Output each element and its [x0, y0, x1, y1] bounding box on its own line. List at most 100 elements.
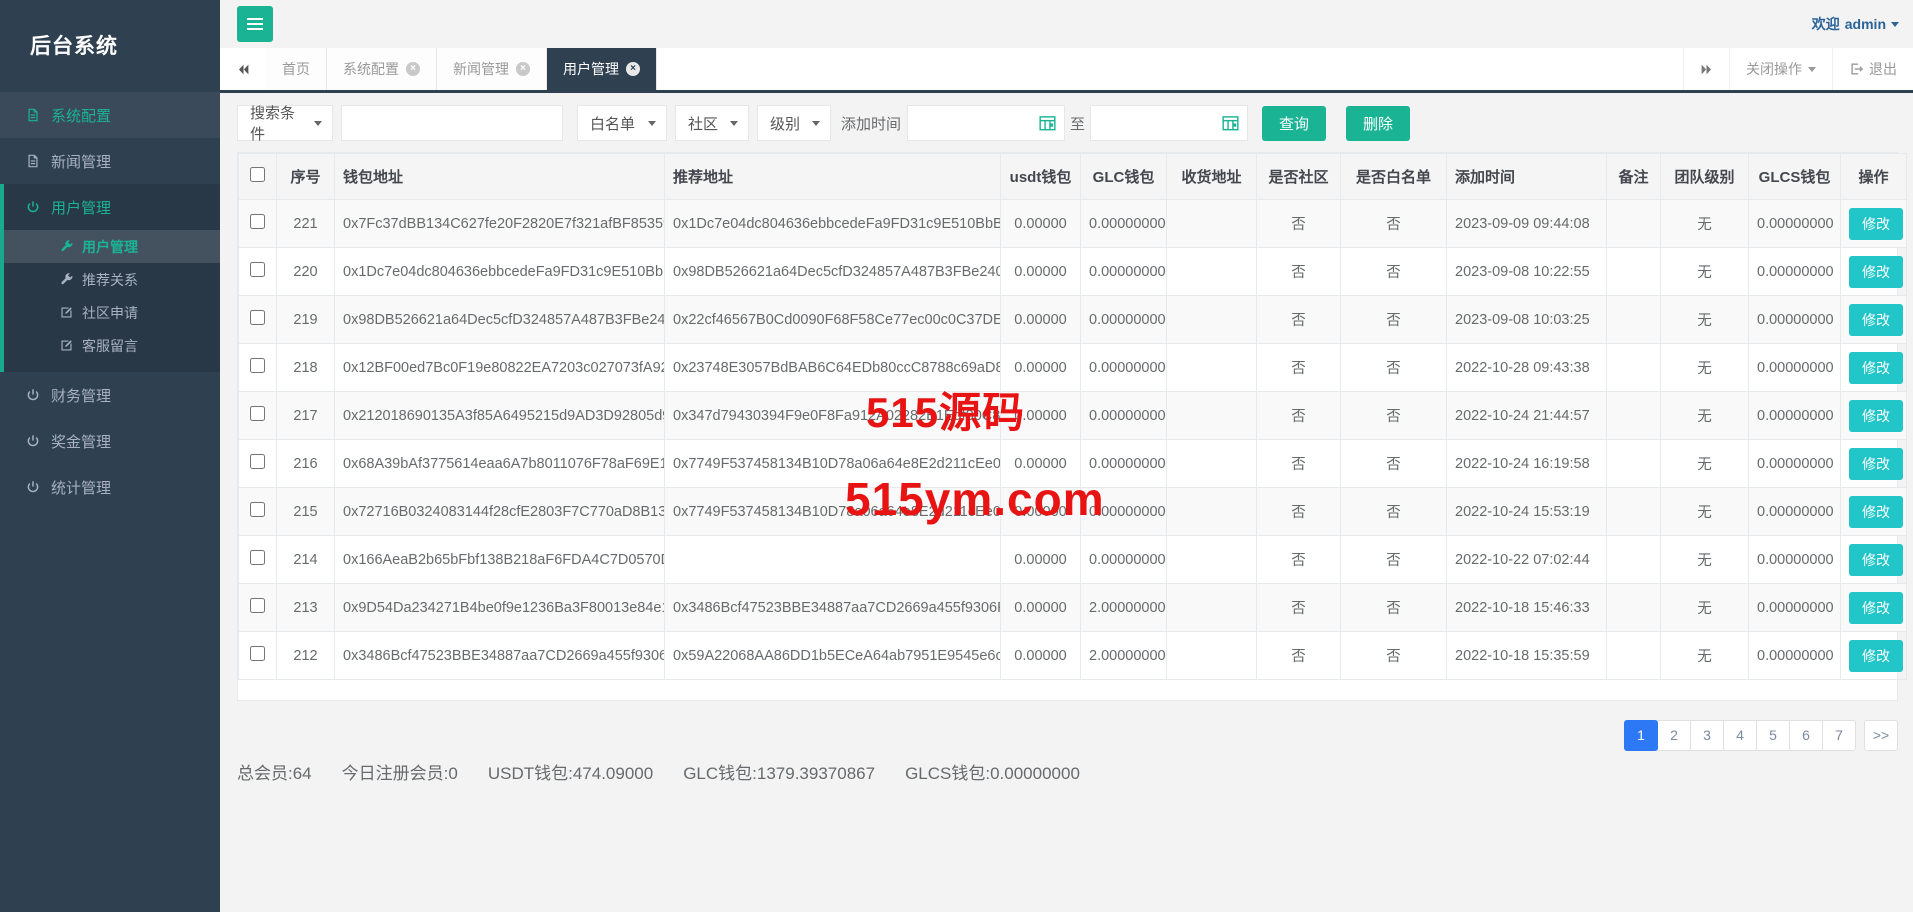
tab-首页[interactable]: 首页 [266, 48, 327, 90]
page-button-2[interactable]: 2 [1657, 720, 1691, 751]
topbar: 欢迎 admin [220, 0, 1913, 48]
edit-button[interactable]: 修改 [1849, 592, 1903, 624]
tab-close-icon[interactable]: × [516, 62, 530, 76]
cell-is_community: 否 [1257, 488, 1341, 536]
main-area: 欢迎 admin 首页系统配置×新闻管理×用户管理× 关闭操 [220, 0, 1913, 912]
cell-remark [1607, 296, 1661, 344]
table-row: 2180x12BF00ed7Bc0F19e80822EA7203c027073f… [239, 344, 1907, 392]
sidebar-subitem-社区申请[interactable]: 社区申请 [4, 296, 220, 329]
cell-glcs: 0.00000000 [1749, 536, 1841, 584]
sidebar-subitem-label: 推荐关系 [82, 270, 138, 290]
column-header-action: 操作 [1841, 154, 1907, 200]
page-button-1[interactable]: 1 [1624, 720, 1658, 751]
sidebar-item-统计管理[interactable]: 统计管理 [0, 464, 220, 510]
cell-referrer: 0x22cf46567B0Cd0090F68F58Ce77ec00c0C37DE… [665, 296, 1001, 344]
edit-button[interactable]: 修改 [1849, 448, 1903, 480]
user-menu[interactable]: 欢迎 admin [1812, 14, 1899, 34]
page-button-6[interactable]: 6 [1789, 720, 1823, 751]
edit-button[interactable]: 修改 [1849, 256, 1903, 288]
page-button-5[interactable]: 5 [1756, 720, 1790, 751]
column-header-team_level: 团队级别 [1661, 154, 1749, 200]
cell-team_level: 无 [1661, 536, 1749, 584]
cell-remark [1607, 392, 1661, 440]
cell-added: 2022-10-28 09:43:38 [1447, 344, 1607, 392]
cell-wallet: 0x212018690135A3f85A6495215d9AD3D92805d9… [335, 392, 665, 440]
date-from-input[interactable] [907, 105, 1065, 141]
edit-button[interactable]: 修改 [1849, 400, 1903, 432]
column-header-is_whitelist: 是否白名单 [1341, 154, 1447, 200]
cell-usdt: 0.00000 [1001, 488, 1081, 536]
cell-delivery [1167, 248, 1257, 296]
edit-button[interactable]: 修改 [1849, 352, 1903, 384]
cell-id: 216 [277, 440, 335, 488]
sidebar-subitem-客服留言[interactable]: 客服留言 [4, 329, 220, 362]
cell-usdt: 0.00000 [1001, 296, 1081, 344]
tab-close-icon[interactable]: × [406, 62, 420, 76]
search-value-input[interactable] [341, 105, 563, 141]
cell-is_whitelist: 否 [1341, 296, 1447, 344]
sidebar-subitem-推荐关系[interactable]: 推荐关系 [4, 263, 220, 296]
cell-checkbox [239, 584, 277, 632]
cell-id: 220 [277, 248, 335, 296]
sidebar-section-用户管理: 用户管理用户管理推荐关系社区申请客服留言 [0, 184, 220, 372]
summary-今日注册会员: 今日注册会员:0 [342, 759, 458, 784]
power-icon [26, 480, 40, 494]
sidebar-item-新闻管理[interactable]: 新闻管理 [0, 138, 220, 184]
row-checkbox[interactable] [250, 550, 265, 565]
row-checkbox[interactable] [250, 358, 265, 373]
edit-button[interactable]: 修改 [1849, 208, 1903, 240]
sidebar-subitem-用户管理[interactable]: 用户管理 [4, 230, 220, 263]
cell-action: 修改 [1841, 344, 1907, 392]
sidebar-item-用户管理[interactable]: 用户管理 [4, 184, 220, 230]
close-operations-dropdown[interactable]: 关闭操作 [1729, 48, 1832, 90]
cell-glc: 2.00000000 [1081, 584, 1167, 632]
edit-button[interactable]: 修改 [1849, 496, 1903, 528]
level-select[interactable]: 级别 [757, 105, 831, 141]
tabs-scroll-right-button[interactable] [1683, 48, 1729, 90]
tab-用户管理[interactable]: 用户管理× [547, 48, 657, 90]
cell-delivery [1167, 296, 1257, 344]
cell-id: 214 [277, 536, 335, 584]
row-checkbox[interactable] [250, 214, 265, 229]
whitelist-select[interactable]: 白名单 [577, 105, 667, 141]
tab-新闻管理[interactable]: 新闻管理× [437, 48, 547, 90]
row-checkbox[interactable] [250, 262, 265, 277]
cell-referrer: 0x347d79430394F9e0F8Fa912A02282B1Edf80C8… [665, 392, 1001, 440]
tab-label: 首页 [282, 59, 310, 79]
row-checkbox[interactable] [250, 646, 265, 661]
page-button-7[interactable]: 7 [1822, 720, 1856, 751]
row-checkbox[interactable] [250, 310, 265, 325]
select-all-checkbox[interactable] [250, 167, 265, 182]
cell-id: 217 [277, 392, 335, 440]
table-header-row: 序号钱包地址推荐地址usdt钱包GLC钱包收货地址是否社区是否白名单添加时间备注… [239, 154, 1907, 200]
summary-GLCS钱包: GLCS钱包:0.00000000 [905, 759, 1080, 784]
cell-referrer: 0x7749F537458134B10D78a06a64e8E2d211cEe0… [665, 488, 1001, 536]
date-to-input[interactable] [1090, 105, 1248, 141]
community-select[interactable]: 社区 [675, 105, 749, 141]
edit-button[interactable]: 修改 [1849, 640, 1903, 672]
to-label: 至 [1070, 113, 1085, 134]
sidebar-item-财务管理[interactable]: 财务管理 [0, 372, 220, 418]
edit-button[interactable]: 修改 [1849, 544, 1903, 576]
sidebar-item-奖金管理[interactable]: 奖金管理 [0, 418, 220, 464]
search-field-select[interactable]: 搜索条件 [237, 105, 333, 141]
cell-remark [1607, 248, 1661, 296]
cell-is_community: 否 [1257, 344, 1341, 392]
query-button[interactable]: 查询 [1262, 106, 1326, 141]
tabs-scroll-left-button[interactable] [220, 48, 266, 90]
edit-button[interactable]: 修改 [1849, 304, 1903, 336]
page-button-4[interactable]: 4 [1723, 720, 1757, 751]
tab-系统配置[interactable]: 系统配置× [327, 48, 437, 90]
delete-button[interactable]: 删除 [1346, 106, 1410, 141]
content: 搜索条件 白名单 社区 级别 [220, 93, 1913, 784]
row-checkbox[interactable] [250, 502, 265, 517]
page-button-3[interactable]: 3 [1690, 720, 1724, 751]
next-page-button[interactable]: >> [1864, 720, 1898, 751]
row-checkbox[interactable] [250, 406, 265, 421]
sidebar-item-系统配置[interactable]: 系统配置 [0, 92, 220, 138]
row-checkbox[interactable] [250, 454, 265, 469]
row-checkbox[interactable] [250, 598, 265, 613]
tab-close-icon[interactable]: × [626, 62, 640, 76]
logout-button[interactable]: 退出 [1832, 48, 1913, 90]
menu-toggle-button[interactable] [237, 6, 273, 42]
